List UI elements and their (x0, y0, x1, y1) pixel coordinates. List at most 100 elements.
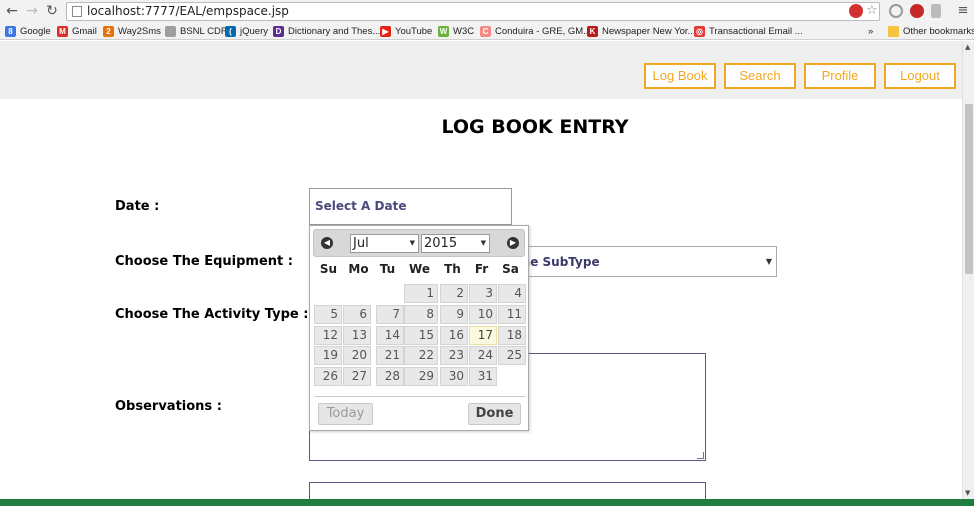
weekday-header: Sa (502, 262, 519, 276)
bookmark-label: Newspaper New Yor... (602, 26, 696, 37)
extension-record-icon[interactable] (910, 4, 924, 18)
weekday-header: Tu (379, 262, 396, 276)
bookmark-item[interactable]: D Dictionary and Thes... (273, 25, 380, 38)
scroll-down-icon[interactable]: ▼ (965, 489, 970, 497)
done-button[interactable]: Done (468, 403, 521, 425)
calendar-day[interactable]: 20 (343, 346, 371, 365)
calendar-day[interactable]: 25 (498, 346, 526, 365)
calendar-day[interactable]: 1 (404, 284, 438, 303)
calendar-day[interactable]: 4 (498, 284, 526, 303)
calendar-day[interactable]: 21 (376, 346, 404, 365)
datepicker-header: ◀ Jul ▼ 2015 ▼ ▶ (313, 229, 525, 257)
bookmark-item[interactable]: C Conduira - GRE, GM... (480, 25, 591, 38)
bookmark-item[interactable]: 8 Google (5, 25, 51, 38)
calendar-day[interactable]: 31 (469, 367, 497, 386)
chevron-down-icon: ▼ (409, 239, 415, 247)
bookmark-label: Way2Sms (118, 26, 161, 37)
resize-handle-icon[interactable] (697, 452, 704, 459)
today-button[interactable]: Today (318, 403, 373, 425)
bookmark-label: Transactional Email ... (709, 26, 803, 37)
bookmark-item[interactable]: ( jQuery (225, 25, 268, 38)
other-bookmarks[interactable]: Other bookmarks (888, 25, 974, 38)
year-select-value: 2015 (424, 236, 458, 251)
bookmark-icon: 8 (5, 26, 16, 37)
url-text: localhost:7777/EAL/empspace.jsp (87, 4, 289, 18)
more-bookmarks-icon[interactable]: » (868, 25, 873, 38)
bookmark-label: jQuery (240, 26, 268, 37)
calendar-day[interactable]: 26 (314, 367, 342, 386)
calendar-day[interactable]: 15 (404, 326, 438, 345)
calendar-day[interactable]: 22 (404, 346, 438, 365)
extension-pro-icon[interactable] (849, 4, 863, 18)
page-icon (72, 6, 82, 17)
bookmark-label: Conduira - GRE, GM... (495, 26, 592, 37)
scrollbar[interactable]: ▲ ▼ (962, 41, 974, 499)
bookmarks-bar: 8 Google M Gmail 2 Way2Sms BSNL CDR( jQuery D Dic… (0, 22, 974, 40)
back-arrow-icon[interactable]: ← (4, 3, 20, 19)
forward-arrow-icon[interactable]: → (24, 3, 40, 19)
bookmark-item[interactable]: ▶ YouTube (380, 25, 432, 38)
calendar-day[interactable]: 28 (376, 367, 404, 386)
date-input[interactable]: Select A Date (309, 188, 512, 225)
bookmark-label: BSNL CDR (180, 26, 228, 37)
bookmark-item[interactable]: BSNL CDR (165, 25, 228, 38)
calendar-day[interactable]: 18 (498, 326, 526, 345)
scroll-thumb[interactable] (965, 104, 973, 274)
calendar-day[interactable]: 6 (343, 305, 371, 324)
calendar-day[interactable]: 2 (440, 284, 468, 303)
profile-button[interactable]: Profile (804, 63, 876, 89)
calendar-day[interactable]: 23 (440, 346, 468, 365)
calendar-day[interactable]: 3 (469, 284, 497, 303)
calendar-day[interactable]: 5 (314, 305, 342, 324)
subtype-select[interactable]: t the SubType ▼ (503, 246, 777, 277)
log-book-button[interactable]: Log Book (644, 63, 716, 89)
calendar-day[interactable]: 13 (343, 326, 371, 345)
extension-circle-icon[interactable] (889, 4, 903, 18)
search-button[interactable]: Search (724, 63, 796, 89)
datepicker: ◀ Jul ▼ 2015 ▼ ▶ Today Done Su Mo Tu We Th Fr… (309, 225, 529, 431)
date-label: Date : (115, 199, 160, 214)
calendar-day[interactable]: 24 (469, 346, 497, 365)
bookmark-icon: ◎ (694, 26, 705, 37)
weekday-header: Th (444, 262, 461, 276)
logout-button[interactable]: Logout (884, 63, 956, 89)
calendar-day[interactable]: 19 (314, 346, 342, 365)
prev-month-icon[interactable]: ◀ (321, 237, 333, 249)
bookmark-icon: ▶ (380, 26, 391, 37)
scroll-up-icon[interactable]: ▲ (965, 43, 970, 51)
address-bar[interactable]: localhost:7777/EAL/empspace.jsp (66, 2, 880, 21)
weekday-header: Mo (348, 262, 369, 276)
menu-icon[interactable]: ≡ (955, 3, 971, 19)
star-icon[interactable]: ☆ (866, 4, 880, 18)
bookmark-label: Google (20, 26, 51, 37)
year-select[interactable]: 2015 ▼ (421, 234, 490, 253)
bookmark-item[interactable]: K Newspaper New Yor... (587, 25, 695, 38)
calendar-day[interactable]: 27 (343, 367, 371, 386)
chevron-down-icon: ▼ (765, 257, 772, 266)
bookmark-item[interactable]: M Gmail (57, 25, 97, 38)
reload-icon[interactable]: ↻ (44, 3, 60, 19)
bookmark-item[interactable]: W W3C (438, 25, 474, 38)
bookmark-label: YouTube (395, 26, 433, 37)
calendar-day[interactable]: 12 (314, 326, 342, 345)
bookmark-item[interactable]: 2 Way2Sms (103, 25, 161, 38)
calendar-day[interactable]: 7 (376, 305, 404, 324)
page-title: LOG BOOK ENTRY (441, 116, 629, 138)
next-month-icon[interactable]: ▶ (507, 237, 519, 249)
speaker-icon[interactable] (931, 4, 941, 18)
bookmark-icon: C (480, 26, 491, 37)
bookmark-icon: ( (225, 26, 236, 37)
month-select-value: Jul (353, 236, 369, 251)
calendar-day-today[interactable]: 17 (469, 326, 497, 345)
bookmark-item[interactable]: ◎ Transactional Email ... (694, 25, 803, 38)
calendar-day[interactable]: 16 (440, 326, 468, 345)
calendar-day[interactable]: 30 (440, 367, 468, 386)
calendar-day[interactable]: 11 (498, 305, 526, 324)
calendar-day[interactable]: 29 (404, 367, 438, 386)
calendar-day[interactable]: 10 (469, 305, 497, 324)
observations-label: Observations : (115, 399, 222, 414)
calendar-day[interactable]: 14 (376, 326, 404, 345)
month-select[interactable]: Jul ▼ (350, 234, 419, 253)
calendar-day[interactable]: 8 (404, 305, 438, 324)
calendar-day[interactable]: 9 (440, 305, 468, 324)
